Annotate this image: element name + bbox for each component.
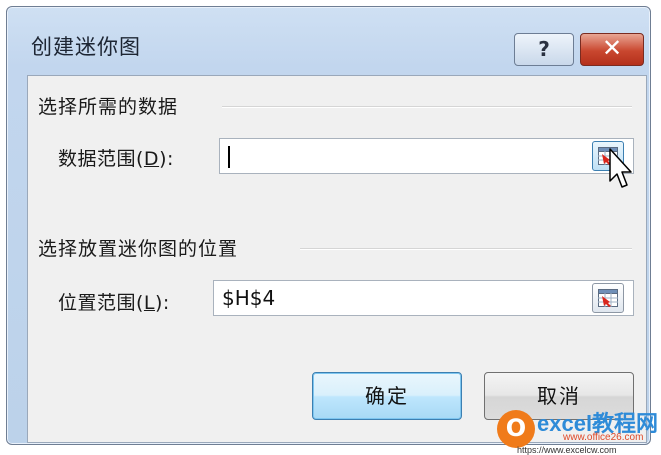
group-divider xyxy=(300,248,632,250)
range-picker-icon xyxy=(598,289,618,307)
close-button[interactable]: ✕ xyxy=(580,33,644,66)
data-group-header: 选择所需的数据 xyxy=(38,96,179,118)
location-range-picker-button[interactable] xyxy=(592,283,624,313)
watermark-url: www.office26.com xyxy=(563,432,644,443)
group-divider xyxy=(222,106,632,108)
dialog-body: 选择所需的数据 数据范围(D): 选择放置迷你图的位置 位置范围(L): $H$… xyxy=(27,75,647,443)
site-watermark: O excel教程网 www.office26.com https://www.… xyxy=(497,404,661,455)
office-logo-icon: O xyxy=(497,410,535,448)
data-range-label: 数据范围(D): xyxy=(58,148,174,170)
mouse-pointer-icon xyxy=(609,148,632,188)
create-sparklines-dialog: 创建迷你图 ? ✕ 选择所需的数据 数据范围(D): 选择放置迷你图的位置 位置… xyxy=(6,6,651,445)
location-range-label: 位置范围(L): xyxy=(58,292,170,314)
help-button[interactable]: ? xyxy=(514,33,574,66)
dialog-title: 创建迷你图 xyxy=(31,35,141,59)
data-range-input[interactable] xyxy=(219,138,634,174)
text-caret xyxy=(228,146,230,168)
ok-button[interactable]: 确定 xyxy=(312,372,462,420)
location-group-header: 选择放置迷你图的位置 xyxy=(38,238,239,260)
location-range-input[interactable]: $H$4 xyxy=(213,280,634,316)
